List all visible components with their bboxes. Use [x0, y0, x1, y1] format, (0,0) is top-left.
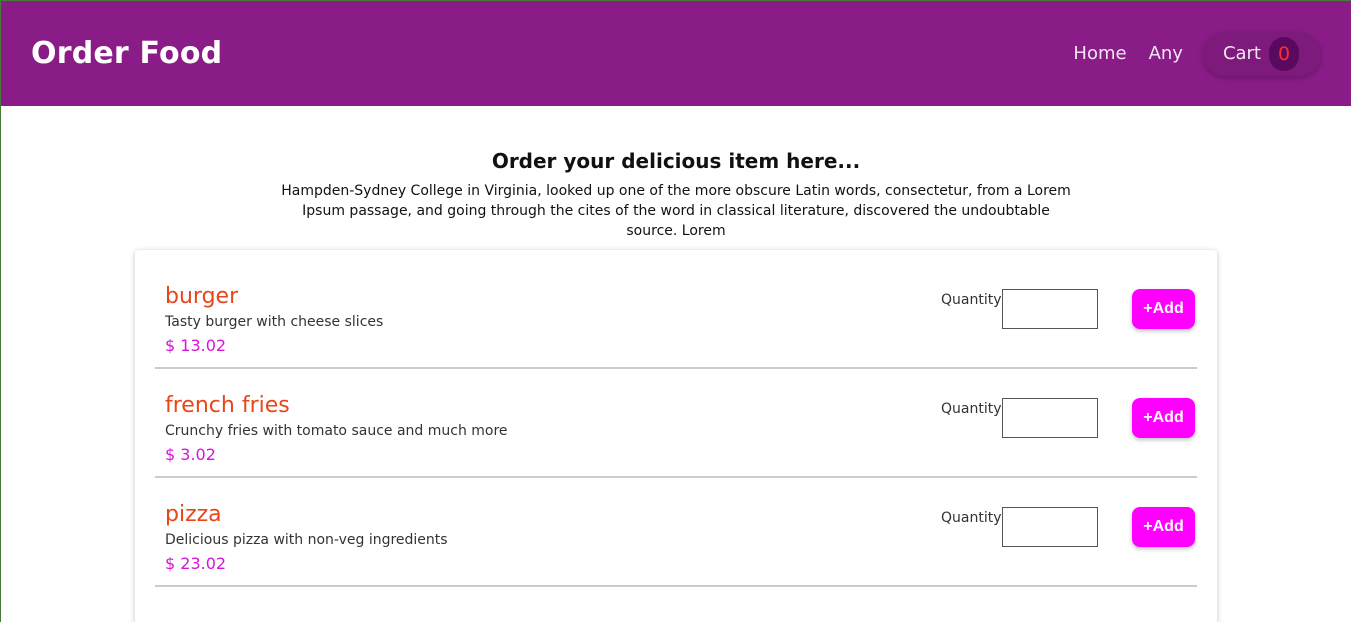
intro-title: Order your delicious item here...: [491, 149, 861, 173]
meal-item: french fries Crunchy fries with tomato s…: [155, 369, 1197, 478]
cart-button[interactable]: Cart 0: [1202, 31, 1321, 76]
quantity-label: Quantity:: [941, 401, 1006, 417]
intro-section: Order your delicious item here... Hampde…: [1, 149, 1351, 241]
meal-name: pizza: [165, 502, 222, 527]
add-button[interactable]: +Add: [1132, 398, 1195, 438]
nav-home-link[interactable]: Home: [1073, 43, 1126, 64]
meal-description: Delicious pizza with non-veg ingredients: [165, 532, 448, 548]
quantity-input[interactable]: [1002, 507, 1098, 547]
intro-text: Hampden-Sydney College in Virginia, look…: [281, 183, 1071, 239]
meal-price: $ 23.02: [165, 554, 227, 573]
top-navbar: Order Food Home Any Cart 0: [1, 1, 1351, 106]
meal-name: french fries: [165, 393, 290, 418]
meal-item: burger Tasty burger with cheese slices $…: [155, 260, 1197, 369]
meal-item: pizza Delicious pizza with non-veg ingre…: [155, 478, 1197, 587]
page: Order Food Home Any Cart 0 Order your de…: [0, 0, 1351, 622]
cart-label: Cart: [1222, 43, 1261, 64]
quantity-input[interactable]: [1002, 398, 1098, 438]
meal-price: $ 13.02: [165, 336, 227, 355]
quantity-label: Quantity:: [941, 292, 1006, 308]
add-button[interactable]: +Add: [1132, 289, 1195, 329]
nav-any-link[interactable]: Any: [1149, 43, 1183, 64]
meal-name: burger: [165, 284, 239, 309]
quantity-label: Quantity:: [941, 510, 1006, 526]
meal-description: Tasty burger with cheese slices: [165, 314, 384, 330]
quantity-input[interactable]: [1002, 289, 1098, 329]
meal-price: $ 3.02: [165, 445, 216, 464]
add-button[interactable]: +Add: [1132, 507, 1195, 547]
meal-description: Crunchy fries with tomato sauce and much…: [165, 423, 508, 439]
meals-card: burger Tasty burger with cheese slices $…: [135, 250, 1217, 622]
main-nav: Home Any Cart 0: [1051, 31, 1321, 76]
cart-count-badge: 0: [1269, 36, 1299, 71]
brand-title: Order Food: [31, 36, 223, 71]
